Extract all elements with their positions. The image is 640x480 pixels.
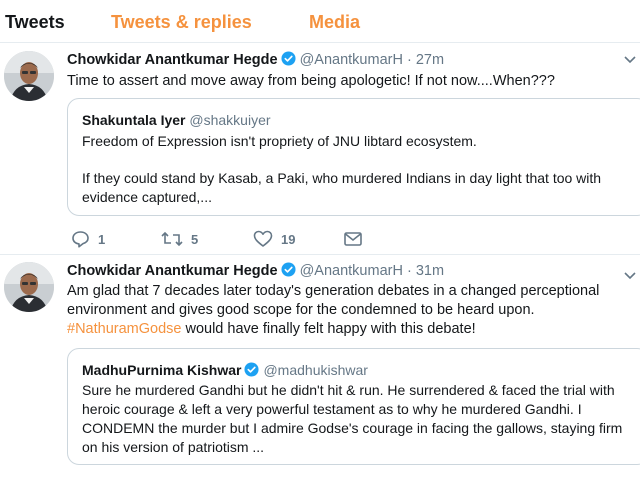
avatar[interactable] [4, 51, 54, 101]
like-count: 19 [281, 231, 296, 247]
tweet-header: Chowkidar Anantkumar Hegde @AnantkumarH ·… [67, 262, 444, 282]
quoted-tweet-text: Sure he murdered Gandhi but he didn't hi… [82, 382, 623, 455]
reply-button[interactable]: 1 [71, 229, 105, 249]
like-icon [253, 230, 273, 248]
retweet-count: 5 [191, 231, 199, 247]
author-handle[interactable]: @AnantkumarH [300, 52, 403, 68]
avatar-image [4, 51, 54, 101]
header-separator: · [406, 263, 412, 279]
reply-count: 1 [98, 231, 106, 247]
quoted-tweet[interactable]: Shakuntala Iyer @shakkuiyer Freedom of E… [67, 98, 640, 216]
tab-tweets-and-replies[interactable]: Tweets & replies [111, 11, 252, 33]
tweet-timestamp[interactable]: 31m [416, 263, 444, 279]
tab-tweets[interactable]: Tweets [5, 11, 65, 33]
tweet-text: Time to assert and move away from being … [67, 73, 555, 89]
direct-message-button[interactable] [343, 229, 363, 249]
author-name[interactable]: Chowkidar Anantkumar Hegde [67, 263, 278, 279]
quoted-author-name: MadhuPurnima Kishwar [82, 362, 242, 378]
profile-timeline: Tweets Tweets & replies Media Chowkidar … [0, 0, 640, 480]
quoted-tweet-text-continued: If they could stand by Kasab, a Paki, wh… [82, 170, 602, 205]
header-separator: · [406, 52, 412, 68]
quoted-tweet-text: Freedom of Expression isn't propriety of… [82, 133, 477, 149]
chevron-down-icon[interactable] [624, 53, 636, 67]
tweet-text-tail: would have finally felt happy with this … [181, 321, 476, 337]
quoted-author-handle: @madhukishwar [263, 362, 368, 378]
verified-badge-icon [244, 362, 259, 381]
tweet-timestamp[interactable]: 27m [416, 52, 444, 68]
tweet-text: Am glad that 7 decades later today's gen… [67, 282, 639, 339]
message-icon [343, 230, 363, 248]
tweet-actions: 1 5 19 [67, 229, 427, 249]
avatar[interactable] [4, 262, 54, 312]
retweet-icon [161, 230, 183, 248]
verified-badge-icon [281, 51, 296, 71]
tweet[interactable]: Chowkidar Anantkumar Hegde @AnantkumarH ·… [0, 255, 640, 480]
hashtag-link[interactable]: #NathuramGodse [67, 321, 181, 337]
tweet-header: Chowkidar Anantkumar Hegde @AnantkumarH ·… [67, 51, 444, 71]
retweet-button[interactable]: 5 [161, 229, 198, 249]
reply-icon [71, 230, 90, 248]
quoted-author-name: Shakuntala Iyer [82, 112, 186, 128]
quoted-tweet[interactable]: MadhuPurnima Kishwar @madhukishwar Sure h… [67, 348, 640, 465]
tweet-text-body: Am glad that 7 decades later today's gen… [67, 283, 600, 318]
profile-tabs: Tweets Tweets & replies Media [0, 0, 640, 43]
like-button[interactable]: 19 [253, 229, 295, 249]
verified-badge-icon [281, 262, 296, 282]
tweet[interactable]: Chowkidar Anantkumar Hegde @AnantkumarH ·… [0, 43, 640, 254]
quoted-author-handle: @shakkuiyer [189, 112, 271, 128]
author-handle[interactable]: @AnantkumarH [300, 263, 403, 279]
chevron-down-icon[interactable] [624, 269, 636, 283]
avatar-image [4, 262, 54, 312]
quoted-tweet-header: Shakuntala Iyer @shakkuiyer [82, 111, 271, 129]
author-name[interactable]: Chowkidar Anantkumar Hegde [67, 52, 278, 68]
quoted-tweet-header: MadhuPurnima Kishwar @madhukishwar [82, 361, 368, 381]
tab-media[interactable]: Media [309, 11, 360, 33]
